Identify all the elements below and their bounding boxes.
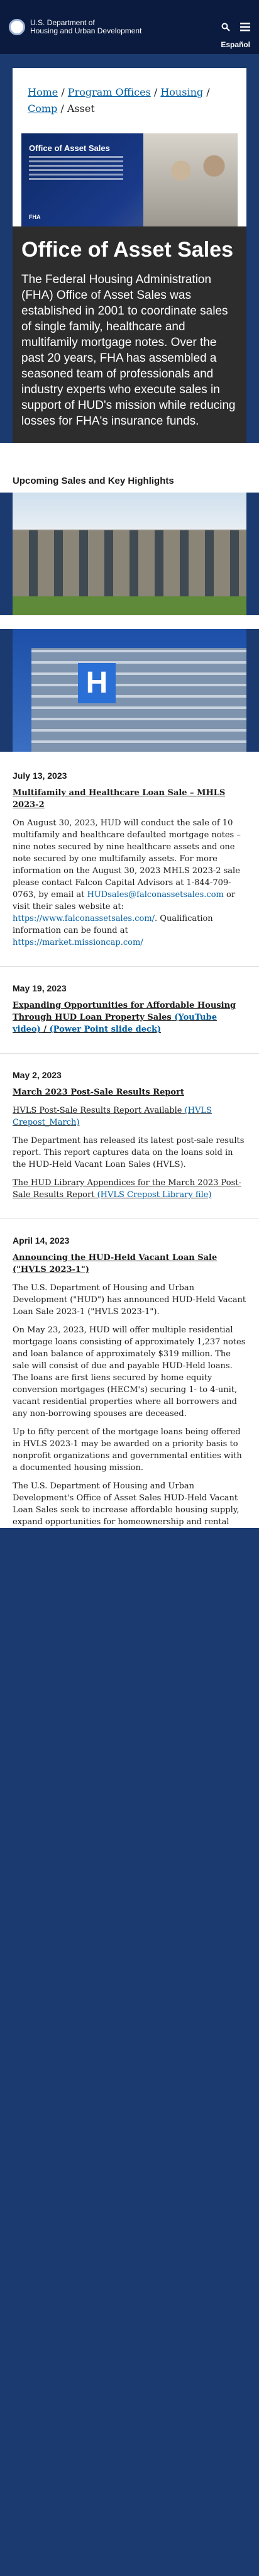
sale-email-link[interactable]: HUDsales@falconassetsales.com — [87, 890, 223, 900]
agency-name[interactable]: U.S. Department of Housing and Urban Dev… — [30, 19, 141, 35]
hero-image-title: Office of Asset Sales — [29, 143, 110, 153]
qualification-link[interactable]: https://market.missioncap.com/ — [13, 938, 143, 947]
sale-body: On August 30, 2023, HUD will conduct the… — [13, 817, 246, 949]
breadcrumb-separator: / — [58, 86, 68, 98]
condominium-photo — [13, 493, 246, 615]
sale-date: April 14, 2023 — [13, 1235, 70, 1246]
divider — [0, 1218, 259, 1219]
fha-badge: FHA — [29, 214, 41, 220]
sale-item: July 13, 2023 Multifamily and Healthcare… — [13, 771, 246, 949]
hospital-sign: H — [78, 663, 116, 703]
sale-text: The U.S. Department of Housing and Urban… — [13, 1481, 240, 1527]
breadcrumb: Home / Program Offices / Housing / Comp … — [21, 84, 238, 117]
upcoming-sales-title: Upcoming Sales and Key Highlights — [13, 476, 174, 486]
breadcrumb-comp[interactable]: Comp — [28, 103, 57, 114]
appendix-file-link[interactable]: (HVLS Crepost Library file) — [97, 1190, 212, 1200]
sales-list: July 13, 2023 Multifamily and Healthcare… — [0, 752, 259, 1528]
sale-website-link[interactable]: https://www.falconassetsales.com/ — [13, 914, 155, 923]
language-link[interactable]: Español — [221, 40, 250, 49]
breadcrumb-separator: / — [57, 103, 67, 114]
hero-banner: Office of Asset Sales The Federal Housin… — [13, 226, 246, 443]
divider — [0, 966, 259, 967]
menu-icon[interactable] — [240, 23, 250, 31]
breadcrumb-housing[interactable]: Housing — [160, 86, 203, 98]
sale-title-link[interactable]: March 2023 Post-Sale Results Report — [13, 1086, 246, 1098]
sale-item: April 14, 2023 Announcing the HUD-Held V… — [13, 1235, 246, 1528]
breadcrumb-separator: / — [203, 86, 210, 98]
hero-image: Office of Asset Sales FHA — [21, 133, 238, 226]
sale-title-link: Expanding Opportunities for Affordable H… — [13, 1000, 246, 1035]
divider — [0, 1053, 259, 1054]
sale-date: July 13, 2023 — [13, 771, 67, 781]
spacer — [0, 615, 259, 629]
sale-text: On August 30, 2023, HUD will conduct the… — [13, 818, 241, 900]
breadcrumb-home[interactable]: Home — [28, 86, 58, 98]
sale-text: On May 23, 2023, HUD will offer multiple… — [13, 1325, 246, 1419]
link-separator: / — [40, 1025, 50, 1034]
hero-card: Home / Program Offices / Housing / Comp … — [13, 68, 246, 443]
page-title: Office of Asset Sales — [21, 238, 233, 262]
search-icon[interactable] — [221, 23, 230, 31]
hospital-photo: H — [13, 629, 246, 752]
agency-line-2: Housing and Urban Development — [30, 26, 142, 35]
breadcrumb-current: Asset — [67, 103, 95, 114]
breadcrumb-separator: / — [150, 86, 161, 98]
sale-title-link[interactable]: Announcing the HUD-Held Vacant Loan Sale… — [13, 1252, 246, 1276]
site-header: U.S. Department of Housing and Urban Dev… — [0, 0, 259, 54]
sale-body: The HUD Library Appendices for the March… — [13, 1177, 246, 1201]
slide-deck-link[interactable]: (Power Point slide deck) — [50, 1025, 162, 1034]
hero-image-people-photo — [143, 133, 238, 226]
sale-text: The Department has released its latest p… — [13, 1136, 245, 1169]
hud-seal-logo[interactable] — [9, 19, 25, 35]
sale-text: Up to fifty percent of the mortgage loan… — [13, 1427, 242, 1473]
sale-body: HVLS Post-Sale Results Report Available … — [13, 1105, 246, 1129]
page-intro: The Federal Housing Administration (FHA)… — [21, 273, 236, 428]
sale-text: The U.S. Department of Housing and Urban… — [13, 1283, 246, 1317]
upcoming-sales-heading: Upcoming Sales and Key Highlights — [0, 443, 259, 493]
sale-date: May 2, 2023 — [13, 1070, 62, 1080]
hero-image-text-lines — [29, 156, 123, 182]
sale-item: May 2, 2023 March 2023 Post-Sale Results… — [13, 1070, 246, 1201]
sale-item: May 19, 2023 Expanding Opportunities for… — [13, 983, 246, 1035]
content-frame: Home / Program Offices / Housing / Comp … — [0, 54, 259, 1528]
sale-date: May 19, 2023 — [13, 983, 67, 993]
sale-title-link[interactable]: Multifamily and Healthcare Loan Sale – M… — [13, 787, 246, 811]
report-link[interactable]: HVLS Post-Sale Results Report Available — [13, 1106, 182, 1115]
breadcrumb-program-offices[interactable]: Program Offices — [68, 86, 151, 98]
